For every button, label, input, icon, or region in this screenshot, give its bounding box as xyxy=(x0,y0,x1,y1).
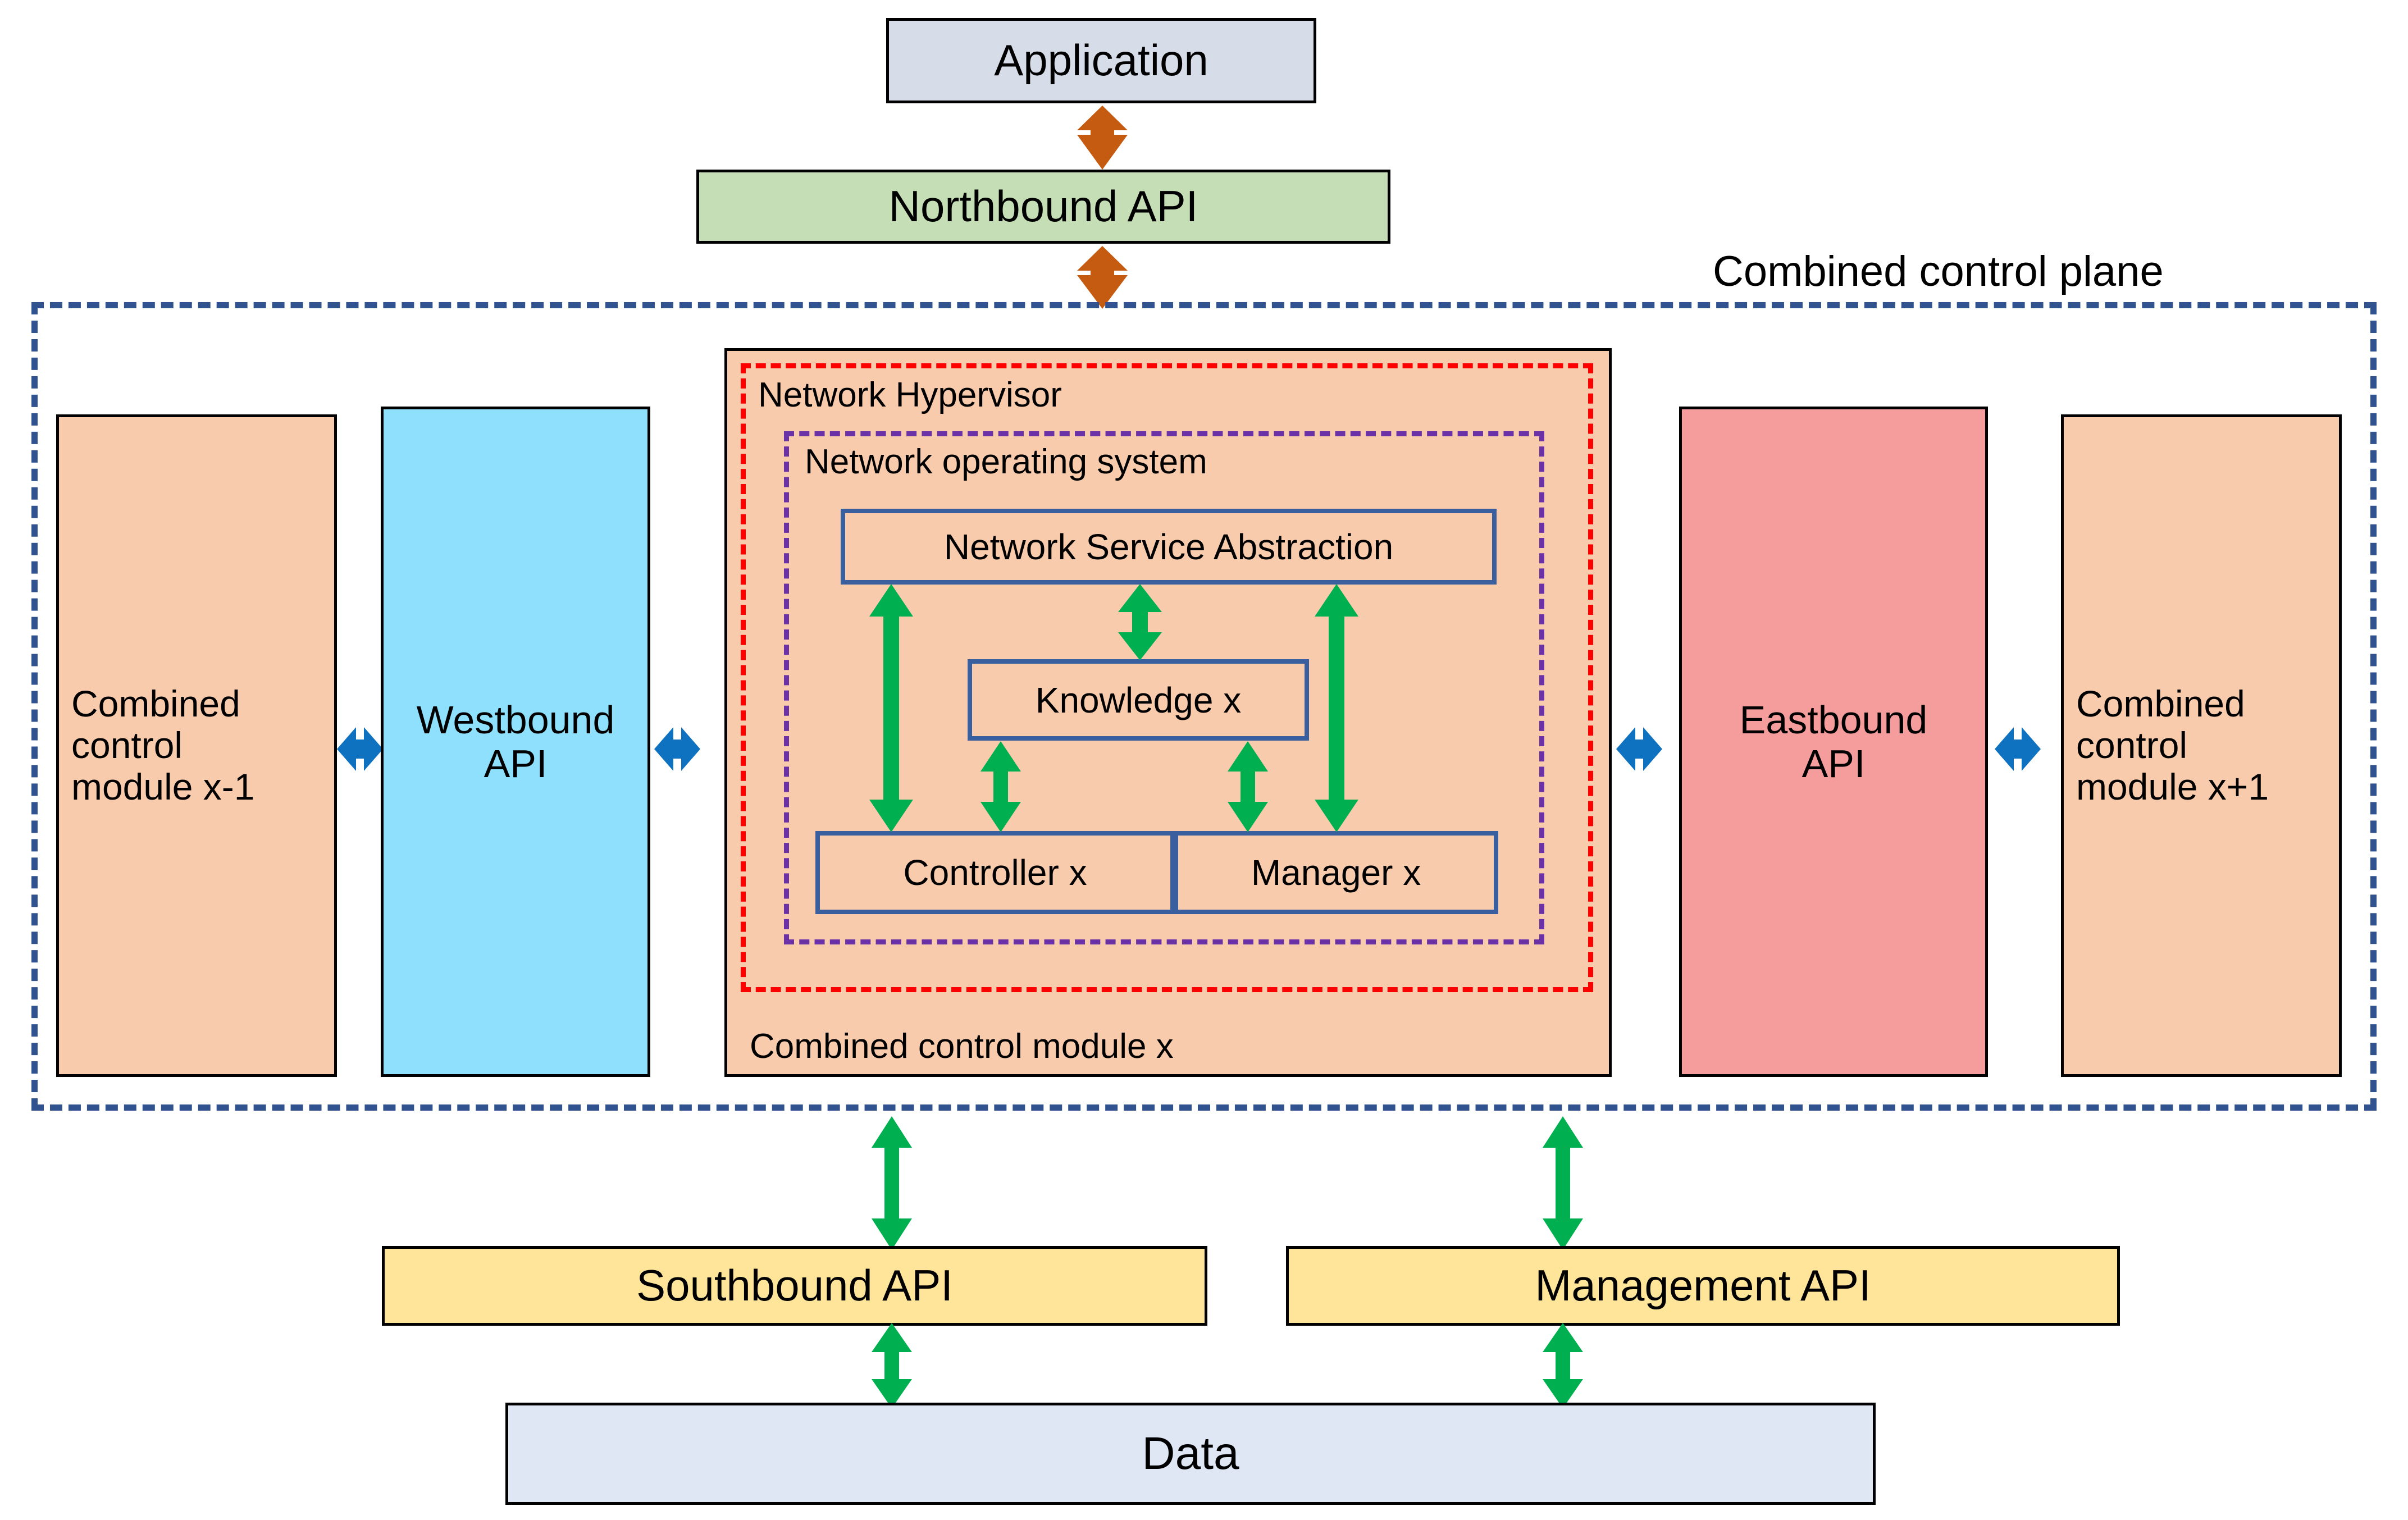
module-x-minus-1-label: Combined control module x-1 xyxy=(71,683,255,807)
arrow-application-to-northbound xyxy=(1071,106,1133,170)
arrow-nsa-to-controller xyxy=(866,584,916,832)
arrow-northbound-to-control-plane xyxy=(1071,246,1133,309)
arrow-southbound-to-data xyxy=(868,1323,916,1408)
knowledge-x-box[interactable]: Knowledge x xyxy=(968,659,1309,741)
manager-x-box[interactable]: Manager x xyxy=(1174,831,1498,914)
control-plane-label: Combined control plane xyxy=(1713,248,2164,295)
southbound-api-box[interactable]: Southbound API xyxy=(382,1246,1207,1326)
combined-control-module-x-label: Combined control module x xyxy=(750,1027,1174,1066)
arrow-module-x-to-eastbound xyxy=(1616,722,1662,777)
data-plane-box[interactable]: Data xyxy=(505,1403,1876,1505)
arrow-westbound-to-module-x xyxy=(654,722,700,777)
combined-control-module-x-minus-1[interactable]: Combined control module x-1 xyxy=(56,414,337,1077)
arrow-module-x-1-to-westbound xyxy=(337,722,383,777)
northbound-api-label: Northbound API xyxy=(888,181,1198,231)
manager-x-label: Manager x xyxy=(1251,852,1421,893)
southbound-api-label: Southbound API xyxy=(636,1261,953,1311)
arrow-nsa-to-manager xyxy=(1311,584,1362,832)
westbound-api-label: Westbound API xyxy=(416,697,615,786)
diagram-canvas: Application Northbound API Combined cont… xyxy=(0,0,2408,1520)
arrow-nsa-to-knowledge xyxy=(1115,584,1165,660)
arrow-module-x-to-southbound xyxy=(868,1116,916,1250)
combined-control-module-x-plus-1[interactable]: Combined control module x+1 xyxy=(2061,414,2342,1077)
module-x-plus-1-label: Combined control module x+1 xyxy=(2076,683,2269,807)
application-box[interactable]: Application xyxy=(886,18,1316,103)
management-api-label: Management API xyxy=(1535,1261,1871,1311)
eastbound-api-box[interactable]: Eastbound API xyxy=(1679,407,1988,1077)
controller-x-label: Controller x xyxy=(903,852,1087,893)
network-hypervisor-label: Network Hypervisor xyxy=(758,376,1062,414)
arrow-module-x-to-management xyxy=(1539,1116,1587,1250)
knowledge-x-label: Knowledge x xyxy=(1035,679,1242,720)
controller-x-box[interactable]: Controller x xyxy=(815,831,1175,914)
eastbound-api-label: Eastbound API xyxy=(1739,697,1928,786)
northbound-api-box[interactable]: Northbound API xyxy=(696,170,1390,244)
network-service-abstraction-box[interactable]: Network Service Abstraction xyxy=(841,509,1497,585)
network-operating-system-label: Network operating system xyxy=(805,442,1207,481)
arrow-knowledge-to-controller xyxy=(977,741,1024,832)
data-label: Data xyxy=(1142,1428,1239,1480)
arrow-knowledge-to-manager xyxy=(1224,741,1271,832)
network-service-abstraction-label: Network Service Abstraction xyxy=(943,526,1394,567)
arrow-eastbound-to-module-x-plus-1 xyxy=(1995,722,2041,777)
arrow-management-to-data xyxy=(1539,1323,1587,1408)
westbound-api-box[interactable]: Westbound API xyxy=(381,407,650,1077)
management-api-box[interactable]: Management API xyxy=(1286,1246,2120,1326)
application-label: Application xyxy=(994,35,1208,85)
